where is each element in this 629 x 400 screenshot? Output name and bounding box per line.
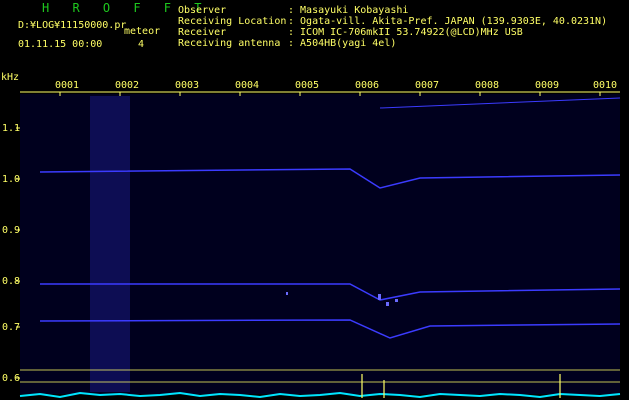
x-axis-ticks [20,91,620,96]
carrier-trace-top [379,97,621,109]
y-axis-ticks [16,127,20,379]
spectrogram-overlay [16,91,621,399]
noise-floor [19,391,621,399]
noise-band [90,96,130,392]
